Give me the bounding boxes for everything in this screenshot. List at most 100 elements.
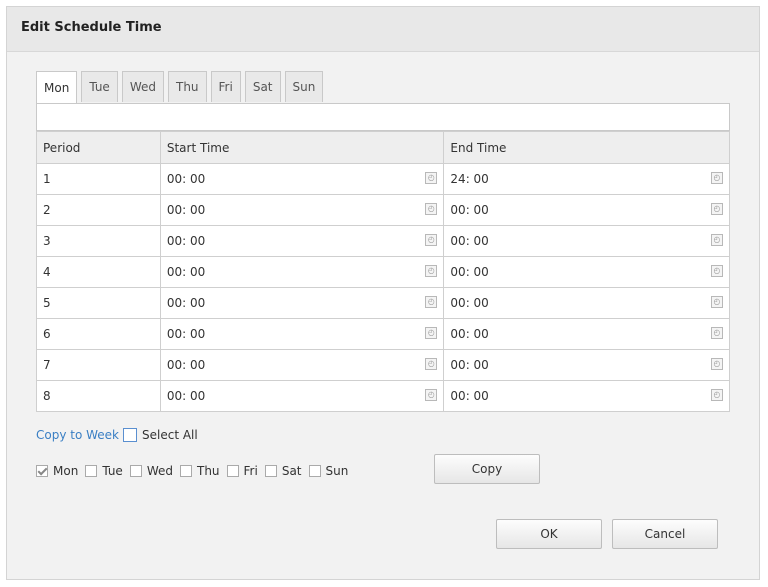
start-time-field[interactable]: 00: 00 ◴	[159, 287, 445, 319]
end-time-value: 00: 00	[450, 296, 489, 310]
end-time-value: 00: 00	[450, 203, 489, 217]
time-picker-icon[interactable]: ◴	[425, 327, 438, 339]
period-number: 1	[36, 163, 161, 195]
time-picker-icon[interactable]: ◴	[711, 265, 723, 277]
day-label: Tue	[102, 464, 123, 478]
start-time-field[interactable]: 00: 00 ◴	[159, 380, 445, 412]
time-picker-icon[interactable]: ◴	[425, 172, 438, 184]
table-row: 2 00: 00 ◴ 00: 00 ◴	[36, 194, 730, 226]
time-picker-icon[interactable]: ◴	[711, 234, 723, 246]
copy-button[interactable]: Copy	[434, 454, 540, 484]
end-time-field[interactable]: 24: 00 ◴	[443, 163, 730, 195]
end-time-field[interactable]: 00: 00 ◴	[443, 194, 730, 226]
end-time-value: 00: 00	[450, 389, 489, 403]
end-time-value: 00: 00	[450, 234, 489, 248]
tab-fri[interactable]: Fri	[210, 71, 241, 102]
start-time-field[interactable]: 00: 00 ◴	[159, 349, 445, 381]
time-picker-icon[interactable]: ◴	[425, 234, 438, 246]
tab-wed[interactable]: Wed	[121, 71, 164, 102]
time-picker-icon[interactable]: ◴	[711, 296, 723, 308]
start-time-field[interactable]: 00: 00 ◴	[159, 256, 445, 288]
day-checkbox[interactable]	[179, 465, 192, 477]
period-number: 3	[36, 225, 161, 257]
day-option-mon[interactable]: Mon	[36, 464, 78, 478]
time-picker-icon[interactable]: ◴	[425, 389, 438, 401]
end-time-value: 00: 00	[450, 327, 489, 341]
period-number: 2	[36, 194, 161, 226]
day-option-fri[interactable]: Fri	[226, 464, 258, 478]
day-checkbox[interactable]	[129, 465, 142, 477]
time-picker-icon[interactable]: ◴	[711, 358, 723, 370]
start-time-value: 00: 00	[166, 389, 206, 403]
end-time-value: 00: 00	[450, 358, 489, 372]
day-label: Sun	[325, 464, 349, 478]
time-picker-icon[interactable]: ◴	[711, 172, 723, 184]
period-header: Period	[36, 131, 161, 164]
time-picker-icon[interactable]: ◴	[425, 358, 438, 370]
copy-to-week-label[interactable]: Copy to Week	[36, 428, 119, 442]
end-time-field[interactable]: 00: 00 ◴	[443, 318, 730, 350]
day-checkbox[interactable]	[226, 465, 239, 477]
start-time-value: 00: 00	[166, 327, 206, 341]
tab-mon[interactable]: Mon	[36, 71, 78, 104]
table-row: 4 00: 00 ◴ 00: 00 ◴	[36, 256, 730, 288]
day-label: Sat	[281, 464, 302, 478]
day-tabs: Mon Tue Wed Thu Fri Sat Sun	[36, 71, 327, 104]
select-all-label: Select All	[142, 428, 198, 442]
day-checkbox[interactable]	[308, 465, 321, 477]
table-row: 7 00: 00 ◴ 00: 00 ◴	[36, 349, 730, 381]
tab-thu[interactable]: Thu	[167, 71, 207, 102]
end-time-field[interactable]: 00: 00 ◴	[443, 380, 730, 412]
start-time-value: 00: 00	[166, 172, 206, 186]
start-time-value: 00: 00	[166, 234, 206, 248]
day-option-tue[interactable]: Tue	[85, 464, 123, 478]
day-option-sun[interactable]: Sun	[308, 464, 349, 478]
start-time-value: 00: 00	[166, 358, 206, 372]
start-time-field[interactable]: 00: 00 ◴	[159, 225, 445, 257]
table-row: 1 00: 00 ◴ 24: 00 ◴	[36, 163, 730, 195]
time-picker-icon[interactable]: ◴	[425, 296, 438, 308]
tab-sat[interactable]: Sat	[244, 71, 281, 102]
table-header-row: Period Start Time End Time	[36, 131, 730, 164]
tab-tue[interactable]: Tue	[81, 71, 118, 102]
time-picker-icon[interactable]: ◴	[711, 203, 723, 215]
day-option-sat[interactable]: Sat	[264, 464, 302, 478]
day-checkbox[interactable]	[264, 465, 277, 477]
schedule-table: Period Start Time End Time 1 00: 00 ◴ 24:…	[36, 131, 730, 412]
day-checkbox[interactable]	[36, 465, 48, 477]
start-time-value: 00: 00	[166, 296, 206, 310]
day-label: Fri	[243, 464, 258, 478]
end-time-field[interactable]: 00: 00 ◴	[443, 256, 730, 288]
period-number: 4	[36, 256, 161, 288]
start-time-field[interactable]: 00: 00 ◴	[159, 318, 445, 350]
start-time-value: 00: 00	[166, 265, 206, 279]
end-time-field[interactable]: 00: 00 ◴	[443, 225, 730, 257]
dialog-title: Edit Schedule Time	[21, 20, 162, 35]
end-time-value: 00: 00	[450, 265, 489, 279]
dialog-title-bar: Edit Schedule Time	[7, 7, 759, 52]
period-number: 7	[36, 349, 161, 381]
end-time-value: 24: 00	[450, 172, 489, 186]
start-time-field[interactable]: 00: 00 ◴	[159, 194, 445, 226]
time-picker-icon[interactable]: ◴	[425, 203, 438, 215]
day-option-wed[interactable]: Wed	[129, 464, 173, 478]
time-picker-icon[interactable]: ◴	[711, 327, 723, 339]
select-all-checkbox[interactable]	[123, 428, 137, 442]
time-picker-icon[interactable]: ◴	[711, 389, 723, 401]
tab-panel-strip	[36, 103, 730, 131]
copy-to-week-row: Copy to Week Select All	[36, 428, 198, 442]
tab-sun[interactable]: Sun	[284, 71, 324, 102]
end-time-field[interactable]: 00: 00 ◴	[443, 287, 730, 319]
start-time-field[interactable]: 00: 00 ◴	[159, 163, 445, 195]
end-time-field[interactable]: 00: 00 ◴	[443, 349, 730, 381]
day-checkbox[interactable]	[85, 465, 98, 477]
time-picker-icon[interactable]: ◴	[425, 265, 438, 277]
cancel-button[interactable]: Cancel	[612, 519, 718, 549]
start-time-header: Start Time	[159, 131, 445, 164]
day-label: Thu	[196, 464, 220, 478]
table-row: 3 00: 00 ◴ 00: 00 ◴	[36, 225, 730, 257]
period-number: 5	[36, 287, 161, 319]
day-option-thu[interactable]: Thu	[179, 464, 220, 478]
ok-button[interactable]: OK	[496, 519, 602, 549]
copy-days-row: Mon Tue Wed Thu Fri Sat Sun	[36, 464, 355, 478]
